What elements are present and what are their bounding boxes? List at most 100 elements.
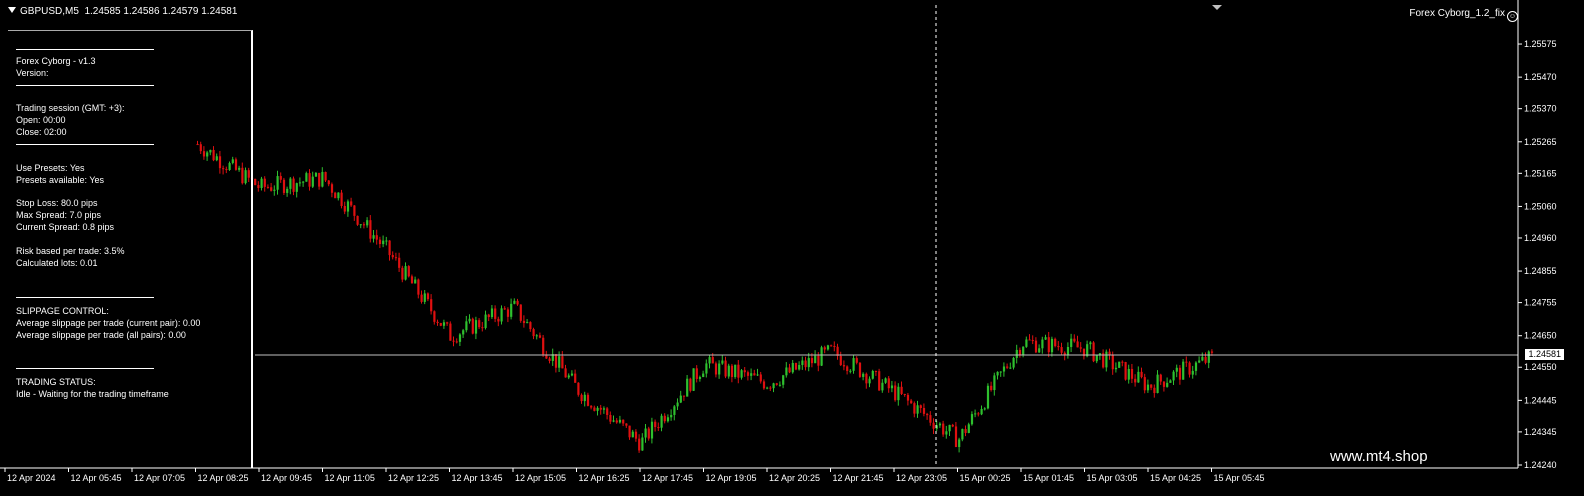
candle-body [673,406,676,415]
candle-body [366,220,369,226]
candle-body [1130,368,1134,379]
panel-version-label: Version: [16,68,49,78]
candle-body [1038,348,1041,353]
panel-current-spread: Current Spread: 0.8 pips [16,222,115,232]
candle-body [1134,378,1137,383]
candle-body [353,205,356,216]
candle-body [999,371,1002,373]
candle-body [954,426,958,448]
candle-body [350,201,353,206]
price-tick-label: 1.24755 [1524,298,1557,308]
candle-body [983,408,986,410]
candle-body [1044,337,1047,340]
candle-body [772,383,775,389]
candle-body [615,420,618,423]
candle-body [593,407,596,411]
candle-body [634,431,638,439]
time-tick-label: 12 Apr 2024 [7,473,56,483]
candle-body [862,373,865,377]
candle-body [1175,367,1178,372]
candle-body [1162,381,1166,387]
candle-body [391,255,394,258]
candle-body [977,413,980,415]
time-tick-label: 12 Apr 07:05 [134,473,185,483]
candle-body [433,311,436,322]
candle-body [1012,357,1015,368]
chart-window[interactable]: GBPUSD,M5 1.24585 1.24586 1.24579 1.2458… [0,0,1584,496]
panel-max-spread: Max Spread: 7.0 pips [16,210,102,220]
candle-body [916,405,919,414]
candle-body [362,224,366,226]
candle-body [788,367,791,373]
candle-body [839,355,842,366]
price-tick-label: 1.25060 [1524,201,1557,211]
candle-body [1146,384,1150,391]
candle-body [858,362,862,377]
candle-body [958,439,961,448]
candle-body [833,346,836,348]
candle-body [497,318,500,322]
candle-body [1114,367,1118,370]
candle-body [337,192,340,199]
candle-body [734,364,737,377]
candle-body [740,370,743,378]
candle-body [612,420,615,422]
current-price-label: 1.24581 [1525,349,1564,360]
candle-body [890,385,894,389]
candle-body [1153,387,1156,394]
candle-body [945,431,948,435]
candle-body [583,394,586,402]
candle-body [407,266,410,277]
candle-body [708,357,711,364]
candle-body [404,266,407,280]
candle-body [689,378,692,391]
candle-body [906,394,910,401]
candle-body [410,276,414,284]
candle-body [420,294,423,302]
time-tick-label: 15 Apr 05:45 [1214,473,1265,483]
candle-body [804,360,807,368]
candle-body [996,371,999,376]
panel-status-value: Idle - Waiting for the trading timeframe [16,389,169,399]
candle-body [564,368,567,378]
candle-body [414,279,417,284]
candle-body [506,309,510,317]
candle-body [561,356,564,369]
candle-body [855,358,858,363]
candle-body [1198,360,1201,363]
candle-body [343,206,346,212]
candle-body [372,235,375,239]
panel-separator [16,297,154,298]
candle-body [948,424,951,432]
candle-body [260,178,263,188]
panel-session-open: Open: 00:00 [16,115,66,125]
candle-body [1031,340,1034,342]
candle-body [1105,351,1108,368]
candle-body [1041,339,1044,349]
candle-body [1018,349,1022,355]
panel-slippage-title: SLIPPAGE CONTROL: [16,306,109,316]
candle-body [359,224,362,226]
candle-body [631,431,634,438]
candle-body [596,407,599,411]
candle-body [471,318,474,334]
candle-body [1143,377,1146,391]
candle-body [452,340,455,342]
candle-body [721,360,724,364]
candle-body [903,393,906,395]
candle-body [849,370,852,372]
candle-body [1159,374,1162,382]
watermark: www.mt4.shop [1330,448,1428,465]
candle-body [926,413,929,416]
candle-body [762,381,766,389]
panel-ea-version: Forex Cyborg - v1.3 [16,56,96,66]
candle-body [823,347,826,350]
candle-body [743,370,746,373]
candle-body [666,417,670,422]
time-tick-label: 12 Apr 13:45 [452,473,503,483]
candle-body [490,308,494,318]
candle-body [1185,361,1188,363]
candle-body [529,322,532,330]
candle-body [398,257,401,268]
candle-body [964,429,967,433]
